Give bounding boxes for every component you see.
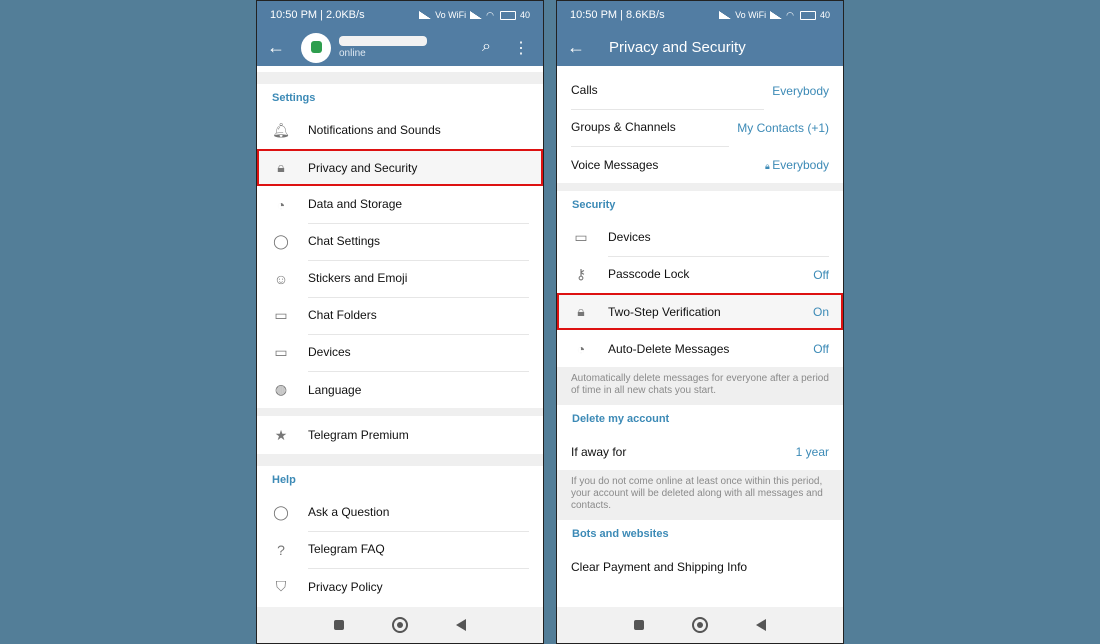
delete-account-header: Delete my account <box>572 413 670 425</box>
row-groups-channels[interactable]: Groups & Channels My Contacts (+1) <box>557 109 843 147</box>
home-icon[interactable] <box>392 617 408 633</box>
auto-delete-note: Automatically delete messages for everyo… <box>557 367 843 405</box>
back-arrow-icon[interactable]: ← <box>267 37 297 58</box>
bots-websites-header: Bots and websites <box>572 528 669 540</box>
status-time: 10:50 PM | 8.6KB/s <box>570 9 665 21</box>
delete-account-note: If you do not come online at least once … <box>557 470 843 520</box>
network-label: Vo WiFi <box>735 10 767 20</box>
shield-icon: ⛉ <box>275 578 287 594</box>
folder-icon: ▭ <box>274 307 288 323</box>
profile-status: online <box>339 48 366 59</box>
sticker-icon: ☺ <box>273 270 289 287</box>
devices-icon: ▭ <box>574 229 588 245</box>
row-notifications[interactable]: 🔔︎ Notifications and Sounds <box>257 112 543 150</box>
left-phone-screen: 10:50 PM | 2.0KB/s Vo WiFi ◠ 40 ← online… <box>256 0 544 644</box>
avatar[interactable] <box>301 32 331 63</box>
row-chat-settings[interactable]: ◯ Chat Settings <box>257 223 543 261</box>
security-header: Security <box>572 199 616 211</box>
signal-icon <box>719 11 732 19</box>
wifi-icon: ◠ <box>786 9 794 20</box>
row-devices[interactable]: ▭ Devices <box>557 219 843 257</box>
signal-icon-2 <box>770 11 783 19</box>
row-ask-question[interactable]: ◯ Ask a Question <box>257 494 543 532</box>
status-bar: 10:50 PM | 2.0KB/s Vo WiFi ◠ 40 <box>257 1 543 29</box>
chat-bubble-icon: ◯ <box>273 233 289 249</box>
battery-icon <box>499 10 516 20</box>
key-icon: ⚷ <box>575 266 587 282</box>
star-icon: ★ <box>274 426 288 443</box>
pie-chart-icon: ◔ <box>276 196 286 213</box>
row-voice-messages[interactable]: Voice Messages 🔒︎ Everybody <box>557 146 843 183</box>
battery-level: 40 <box>519 10 530 20</box>
profile-name-redacted <box>339 36 427 46</box>
row-clear-payment[interactable]: Clear Payment and Shipping Info <box>557 548 843 585</box>
globe-icon: ◍ <box>274 381 288 397</box>
home-icon[interactable] <box>692 617 708 633</box>
question-bubble-icon: ◯ <box>273 504 289 520</box>
right-phone-screen: 10:50 PM | 8.6KB/s Vo WiFi ◠ 40 ← Privac… <box>556 0 844 644</box>
row-privacy-policy[interactable]: ⛉ Privacy Policy <box>257 568 543 605</box>
row-two-step-verification[interactable]: 🔒︎ Two-Step Verification On <box>557 293 843 330</box>
privacy-header: ← Privacy and Security <box>557 29 843 66</box>
signal-icon-2 <box>470 11 483 19</box>
search-icon[interactable]: ⌕ <box>482 38 491 58</box>
row-privacy-security[interactable]: 🔒︎ Privacy and Security <box>257 149 543 186</box>
status-bar: 10:50 PM | 8.6KB/s Vo WiFi ◠ 40 <box>557 1 843 29</box>
row-telegram-premium[interactable]: ★ Telegram Premium <box>257 416 543 454</box>
row-devices[interactable]: ▭ Devices <box>257 334 543 372</box>
row-auto-delete[interactable]: ◔ Auto-Delete Messages Off <box>557 330 843 367</box>
recents-icon[interactable] <box>634 620 644 630</box>
back-triangle-icon[interactable] <box>756 619 766 631</box>
profile-header: ← online ⌕ ⋮ <box>257 29 543 66</box>
page-title: Privacy and Security <box>609 39 746 56</box>
battery-level: 40 <box>819 10 830 20</box>
row-stickers-emoji[interactable]: ☺ Stickers and Emoji <box>257 260 543 298</box>
faq-icon: ? <box>277 541 285 558</box>
network-label: Vo WiFi <box>435 10 467 20</box>
signal-icon <box>419 11 432 19</box>
help-header: Help <box>272 474 296 486</box>
lock-icon: 🔒︎ <box>577 303 585 319</box>
row-calls[interactable]: Calls Everybody <box>557 72 843 110</box>
row-language[interactable]: ◍ Language <box>257 371 543 408</box>
android-nav-bar <box>557 607 843 643</box>
back-arrow-icon[interactable]: ← <box>567 37 597 58</box>
row-telegram-faq[interactable]: ? Telegram FAQ <box>257 531 543 569</box>
wifi-icon: ◠ <box>486 9 494 20</box>
row-chat-folders[interactable]: ▭ Chat Folders <box>257 297 543 335</box>
more-menu-icon[interactable]: ⋮ <box>513 38 529 58</box>
battery-icon <box>799 10 816 20</box>
timer-icon: ◔ <box>576 340 586 357</box>
row-if-away-for[interactable]: If away for 1 year <box>557 433 843 470</box>
row-passcode-lock[interactable]: ⚷ Passcode Lock Off <box>557 256 843 294</box>
android-nav-bar <box>257 607 543 643</box>
status-time: 10:50 PM | 2.0KB/s <box>270 9 365 21</box>
back-triangle-icon[interactable] <box>456 619 466 631</box>
row-data-storage[interactable]: ◔ Data and Storage <box>257 186 543 224</box>
devices-icon: ▭ <box>274 344 288 360</box>
lock-icon: 🔒︎ <box>277 159 285 175</box>
settings-header: Settings <box>272 92 316 104</box>
bell-icon: 🔔︎ <box>272 122 290 138</box>
recents-icon[interactable] <box>334 620 344 630</box>
